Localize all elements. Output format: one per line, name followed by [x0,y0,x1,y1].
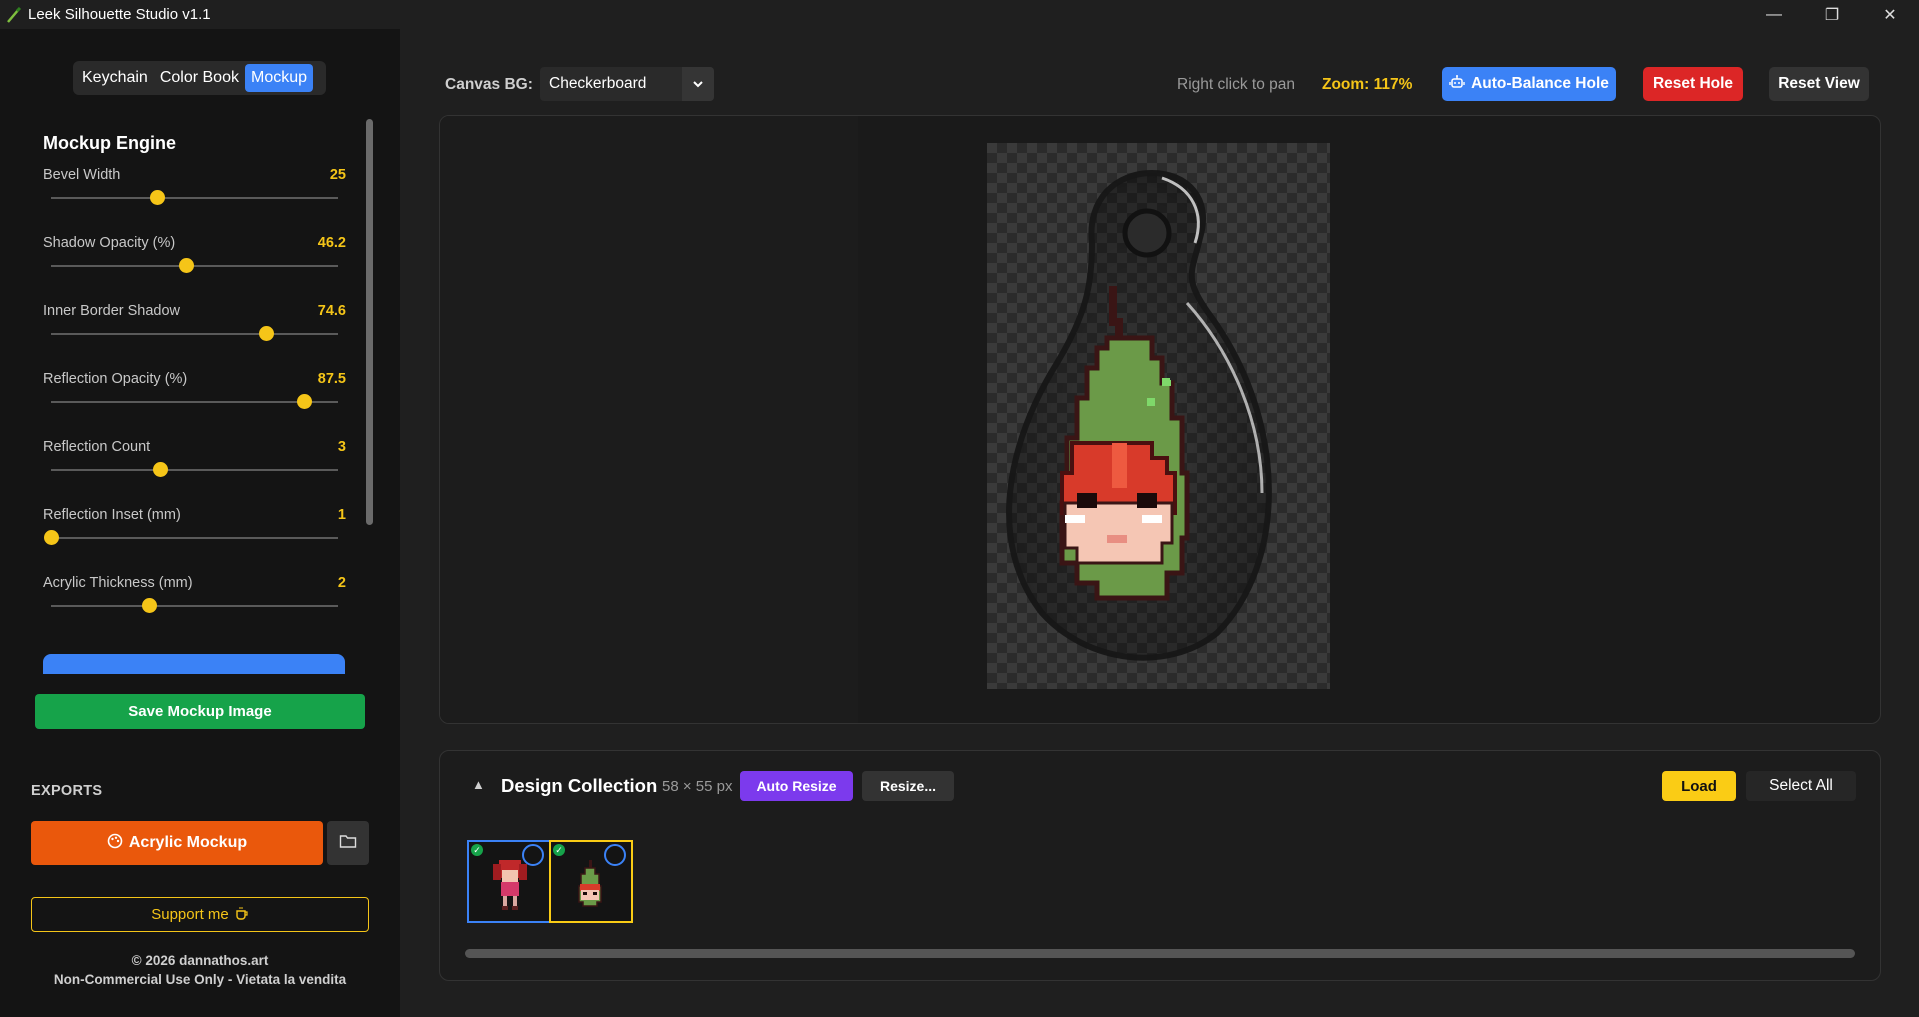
design-thumbnail-selected[interactable]: ✓ [549,840,633,923]
slider-track[interactable] [51,469,338,471]
main-area: Canvas BG: Checkerboard Right click to p… [400,29,1919,1017]
slider-track[interactable] [51,333,338,335]
robot-icon [1449,74,1465,95]
select-all-button[interactable]: Select All [1746,771,1856,801]
save-mockup-button[interactable]: Save Mockup Image [35,694,365,729]
canvas-margin [440,116,858,723]
exports-heading: EXPORTS [31,783,103,799]
slider-value: 25 [329,167,346,183]
slider-label: Inner Border Shadow [43,303,181,319]
slider-thumb[interactable] [141,598,157,613]
check-icon: ✓ [553,844,565,856]
slider-value: 74.6 [317,303,346,319]
open-folder-button[interactable] [327,821,369,865]
chevron-down-icon[interactable] [682,67,714,101]
slider-label: Acrylic Thickness (mm) [43,575,193,591]
reset-hole-button[interactable]: Reset Hole [1643,67,1743,101]
keychain-mockup-preview [1006,169,1272,661]
slider-track[interactable] [51,197,338,199]
acrylic-mockup-button[interactable]: Acrylic Mockup [31,821,323,865]
slider-value: 46.2 [317,235,346,251]
tab-color-book[interactable]: Color Book [154,64,245,92]
slider-track[interactable] [51,265,338,267]
sidebar-scrollbar[interactable] [366,119,373,525]
collection-size: 58 × 55 px [662,778,733,795]
coffee-icon [235,906,249,924]
canvas-bg-select[interactable]: Checkerboard [540,67,714,101]
slider-row: Reflection Opacity (%) 87.5 [43,371,346,439]
preview-canvas-panel[interactable] [439,115,1881,724]
tab-mockup[interactable]: Mockup [244,64,314,92]
slider-track[interactable] [51,605,338,607]
palette-icon [107,833,123,854]
checkerboard-canvas[interactable] [987,143,1330,689]
slider-thumb[interactable] [259,326,275,341]
maximize-button[interactable]: ❐ [1803,0,1861,29]
support-button[interactable]: Support me [31,897,369,932]
slider-thumb[interactable] [296,394,312,409]
slider-thumb[interactable] [178,258,194,273]
select-circle-icon[interactable] [522,844,544,866]
reset-view-button[interactable]: Reset View [1769,67,1869,101]
slider-row: Reflection Inset (mm) 1 [43,507,346,575]
slider-row: Inner Border Shadow 74.6 [43,303,346,371]
auto-resize-button[interactable]: Auto Resize [740,771,853,801]
mockup-engine-panel: Mockup Engine Bevel Width 25 Shadow Opacit… [27,117,360,663]
title-bar: Leek Silhouette Studio v1.1 — ❐ ✕ [0,0,1919,29]
canvas-bg-label: Canvas BG: [445,76,533,93]
slider-track[interactable] [51,537,338,539]
mode-tabs: Keychain Color Book Mockup [73,61,326,95]
slider-row: Shadow Opacity (%) 46.2 [43,235,346,303]
collection-scrollbar[interactable] [465,949,1855,958]
collapse-icon[interactable]: ▲ [472,777,485,792]
slider-track[interactable] [51,401,338,403]
resize-button[interactable]: Resize... [862,771,954,801]
load-button[interactable]: Load [1662,771,1736,801]
auto-balance-hole-button[interactable]: Auto-Balance Hole [1442,67,1616,101]
zoom-readout: Zoom: 117% [1322,76,1413,93]
footer-text: © 2026 dannathos.art Non-Commercial Use … [0,951,400,989]
slider-label: Bevel Width [43,167,121,183]
collection-title: Design Collection [501,775,658,796]
window-title: Leek Silhouette Studio v1.1 [28,6,211,23]
tab-keychain[interactable]: Keychain [76,64,154,92]
slider-label: Shadow Opacity (%) [43,235,176,251]
slider-label: Reflection Count [43,439,151,455]
check-icon: ✓ [471,844,483,856]
design-thumbnail[interactable]: ✓ [467,840,551,923]
slider-thumb[interactable] [153,462,169,477]
license-line: Non-Commercial Use Only - Vietata la ven… [53,972,347,987]
close-button[interactable]: ✕ [1861,0,1919,29]
slider-label: Reflection Inset (mm) [43,507,181,523]
slider-row: Acrylic Thickness (mm) 2 [43,575,346,643]
slider-label: Reflection Opacity (%) [43,371,188,387]
acrylic-mockup-label: Acrylic Mockup [128,834,248,851]
select-circle-icon[interactable] [604,844,626,866]
sidebar: Keychain Color Book Mockup Mockup Engine… [0,29,400,1017]
copyright-line: © 2026 dannathos.art [131,953,269,968]
slider-value: 2 [337,575,346,591]
slider-row: Reflection Count 3 [43,439,346,507]
engine-title: Mockup Engine [43,133,177,153]
slider-value: 1 [337,507,346,523]
slider-thumb[interactable] [150,190,166,205]
auto-balance-label: Auto-Balance Hole [1471,75,1609,92]
pan-hint: Right click to pan [1177,76,1296,93]
canvas-bg-value: Checkerboard [549,75,647,92]
slider-value: 87.5 [317,371,346,387]
leek-app-icon [4,5,24,25]
folder-icon [339,833,357,854]
minimize-button[interactable]: — [1745,0,1803,29]
hidden-engine-button[interactable] [43,654,345,674]
design-collection-panel: ▲ Design Collection 58 × 55 px Auto Resi… [439,750,1881,981]
slider-thumb[interactable] [44,530,59,545]
slider-value: 3 [337,439,346,455]
slider-row: Bevel Width 25 [43,167,346,235]
support-label: Support me [151,906,229,923]
